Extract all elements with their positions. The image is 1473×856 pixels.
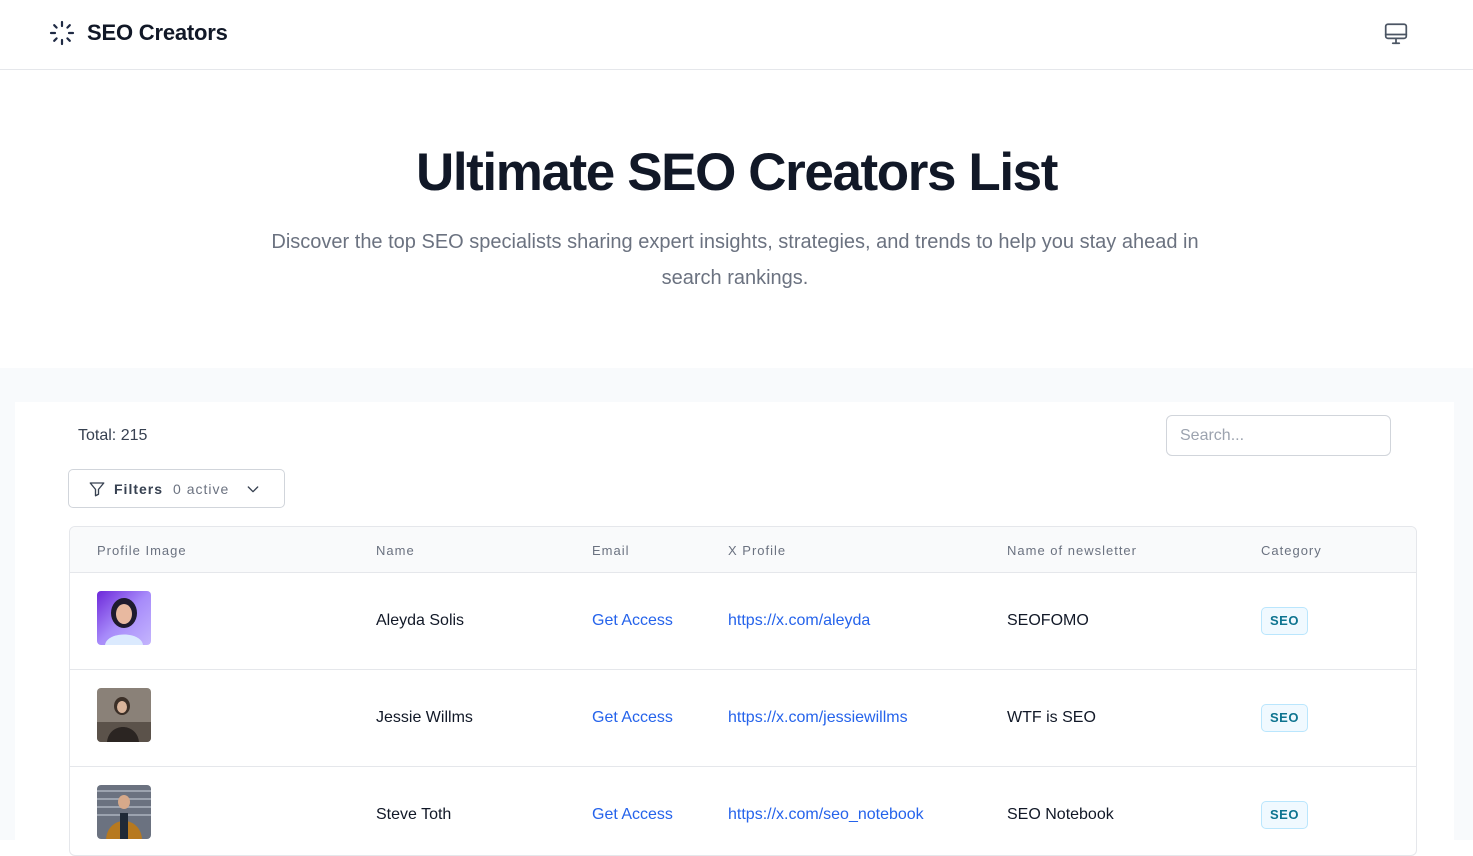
monitor-icon	[1384, 23, 1408, 45]
page-subtitle: Discover the top SEO specialists sharing…	[271, 231, 1199, 289]
column-header-newsletter[interactable]: Name of newsletter	[1007, 543, 1137, 558]
filters-label: Filters	[114, 480, 164, 497]
x-profile-link[interactable]: https://x.com/seo_notebook	[728, 806, 924, 824]
avatar	[97, 688, 151, 742]
brand[interactable]: SEO Creators	[49, 20, 228, 46]
avatar	[97, 591, 151, 645]
filter-icon	[89, 481, 105, 496]
email-get-access-link[interactable]: Get Access	[592, 806, 673, 824]
table-header: Profile Image Name Email X Profile Name …	[70, 527, 1416, 573]
top-navbar: SEO Creators	[0, 0, 1473, 70]
column-header-email[interactable]: Email	[592, 543, 630, 558]
table-row[interactable]: Aleyda Solis Get Access https://x.com/al…	[70, 573, 1416, 670]
total-count: Total: 215	[78, 427, 148, 444]
x-profile-link[interactable]: https://x.com/jessiewillms	[728, 709, 908, 727]
creator-name: Steve Toth	[376, 806, 452, 823]
avatar	[97, 785, 151, 839]
theme-toggle-button[interactable]	[1380, 18, 1412, 50]
column-header-profile-image[interactable]: Profile Image	[97, 543, 187, 558]
newsletter-name: SEO Notebook	[1007, 806, 1114, 823]
creator-name: Jessie Willms	[376, 709, 473, 726]
category-badge: SEO	[1261, 704, 1308, 732]
newsletter-name: SEOFOMO	[1007, 612, 1089, 629]
category-badge: SEO	[1261, 607, 1308, 635]
creators-table: Profile Image Name Email X Profile Name …	[69, 526, 1417, 856]
creator-name: Aleyda Solis	[376, 612, 465, 629]
column-header-category[interactable]: Category	[1261, 543, 1322, 558]
newsletter-name: WTF is SEO	[1007, 709, 1096, 726]
column-header-name[interactable]: Name	[376, 543, 415, 558]
email-get-access-link[interactable]: Get Access	[592, 709, 673, 727]
page-title: Ultimate SEO Creators List	[415, 143, 1058, 202]
email-get-access-link[interactable]: Get Access	[592, 612, 673, 630]
filters-active-count: 0 active	[173, 480, 230, 497]
table-row[interactable]: Steve Toth Get Access https://x.com/seo_…	[70, 767, 1416, 855]
x-profile-link[interactable]: https://x.com/aleyda	[728, 612, 870, 630]
filters-button[interactable]: Filters 0 active	[68, 469, 285, 508]
category-badge: SEO	[1261, 801, 1308, 829]
brand-name: SEO Creators	[87, 20, 228, 45]
table-row[interactable]: Jessie Willms Get Access https://x.com/j…	[70, 670, 1416, 767]
chevron-down-icon	[245, 481, 261, 497]
spinner-dots-icon	[49, 20, 75, 46]
hero-section: Ultimate SEO Creators List Discover the …	[0, 70, 1473, 368]
column-header-x-profile[interactable]: X Profile	[728, 543, 786, 558]
search-input[interactable]	[1166, 415, 1391, 456]
